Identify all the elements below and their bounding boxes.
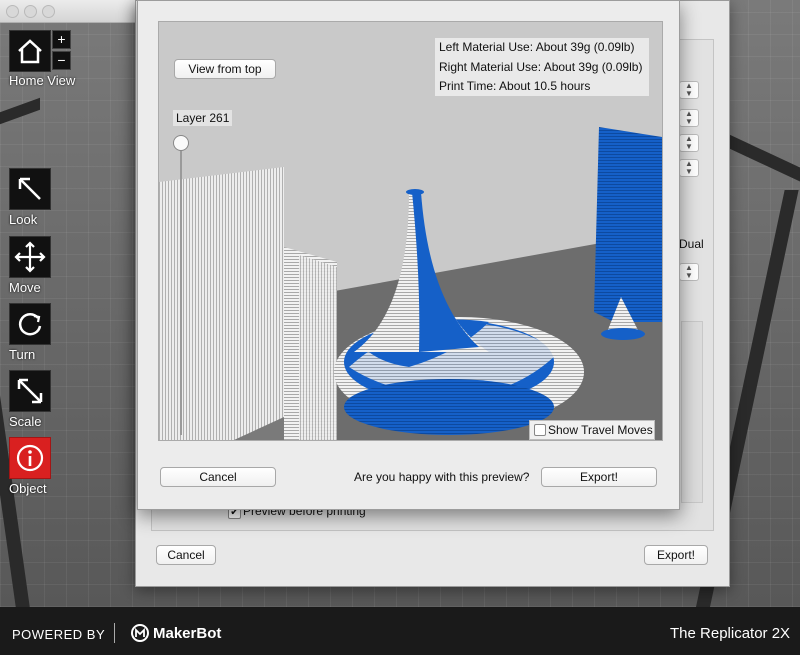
settings-stepper[interactable]: ▲ ▼: [679, 81, 699, 99]
print-stats-box: Left Material Use: About 39g (0.09lb) Ri…: [435, 38, 649, 96]
scale-label: Scale: [9, 414, 42, 429]
preview-export-button[interactable]: Export!: [541, 467, 657, 487]
print-time: Print Time: About 10.5 hours: [439, 79, 591, 93]
settings-stepper[interactable]: ▲ ▼: [679, 109, 699, 127]
preview-viewport[interactable]: Left Material Use: About 39g (0.09lb) Ri…: [158, 21, 663, 441]
view-from-top-button[interactable]: View from top: [174, 59, 276, 79]
move-label: Move: [9, 280, 41, 295]
close-window-button[interactable]: [6, 5, 19, 18]
move-arrows-icon: [14, 241, 46, 273]
info-icon: [16, 444, 44, 472]
makerbot-brand: MakerBot: [153, 625, 222, 642]
plate-border: [0, 97, 40, 125]
show-travel-moves-label: Show Travel Moves: [548, 423, 653, 437]
footer-divider: [114, 623, 115, 643]
home-view-label: Home View: [9, 73, 76, 88]
layer-slider-thumb[interactable]: [173, 135, 189, 151]
home-view-button[interactable]: [9, 30, 51, 72]
home-icon: [18, 39, 42, 64]
object-tool-button[interactable]: [9, 437, 51, 479]
zoom-in-button[interactable]: +: [52, 30, 71, 49]
show-travel-moves-checkbox[interactable]: [534, 424, 546, 436]
window-titlebar: [0, 0, 138, 23]
scale-tool-button[interactable]: [9, 370, 51, 412]
turn-label: Turn: [9, 347, 36, 362]
look-tool-button[interactable]: [9, 168, 51, 210]
rotate-icon: [18, 313, 42, 336]
zoom-out-button[interactable]: −: [52, 51, 71, 70]
layer-label: Layer 261: [173, 110, 233, 126]
move-tool-button[interactable]: [9, 236, 51, 278]
settings-stepper[interactable]: ▲ ▼: [679, 134, 699, 152]
footer-bar: POWERED BY MakerBot The Replicator 2X: [0, 607, 800, 655]
right-material-use: Right Material Use: About 39g (0.09lb): [439, 59, 643, 74]
left-material-use: Left Material Use: About 39g (0.09lb): [439, 40, 635, 54]
settings-cancel-button[interactable]: Cancel: [156, 545, 216, 565]
powered-by-text: POWERED BY: [12, 627, 106, 642]
layer-slider-track[interactable]: [180, 140, 182, 435]
preview-question: Are you happy with this preview?: [354, 470, 530, 484]
preview-cancel-button[interactable]: Cancel: [160, 467, 276, 487]
printer-name: The Replicator 2X: [670, 625, 791, 642]
look-label: Look: [9, 212, 38, 227]
plate-border: [725, 132, 800, 182]
show-travel-moves-control[interactable]: Show Travel Moves: [529, 420, 655, 440]
object-label: Object: [9, 481, 47, 496]
extruder-dropdown[interactable]: ▲ ▼: [679, 263, 699, 281]
makerbot-logo-icon: [131, 624, 149, 645]
arrow-diagonal-icon: [18, 177, 41, 200]
settings-side-panel: [681, 321, 703, 503]
print-preview-dialog: Left Material Use: About 39g (0.09lb) Ri…: [137, 0, 680, 510]
turn-tool-button[interactable]: [9, 303, 51, 345]
settings-export-button[interactable]: Export!: [644, 545, 708, 565]
minimize-window-button[interactable]: [24, 5, 37, 18]
scale-arrows-icon: [17, 378, 43, 404]
settings-stepper[interactable]: ▲ ▼: [679, 159, 699, 177]
dual-label: Dual: [679, 237, 704, 251]
zoom-window-button[interactable]: [42, 5, 55, 18]
